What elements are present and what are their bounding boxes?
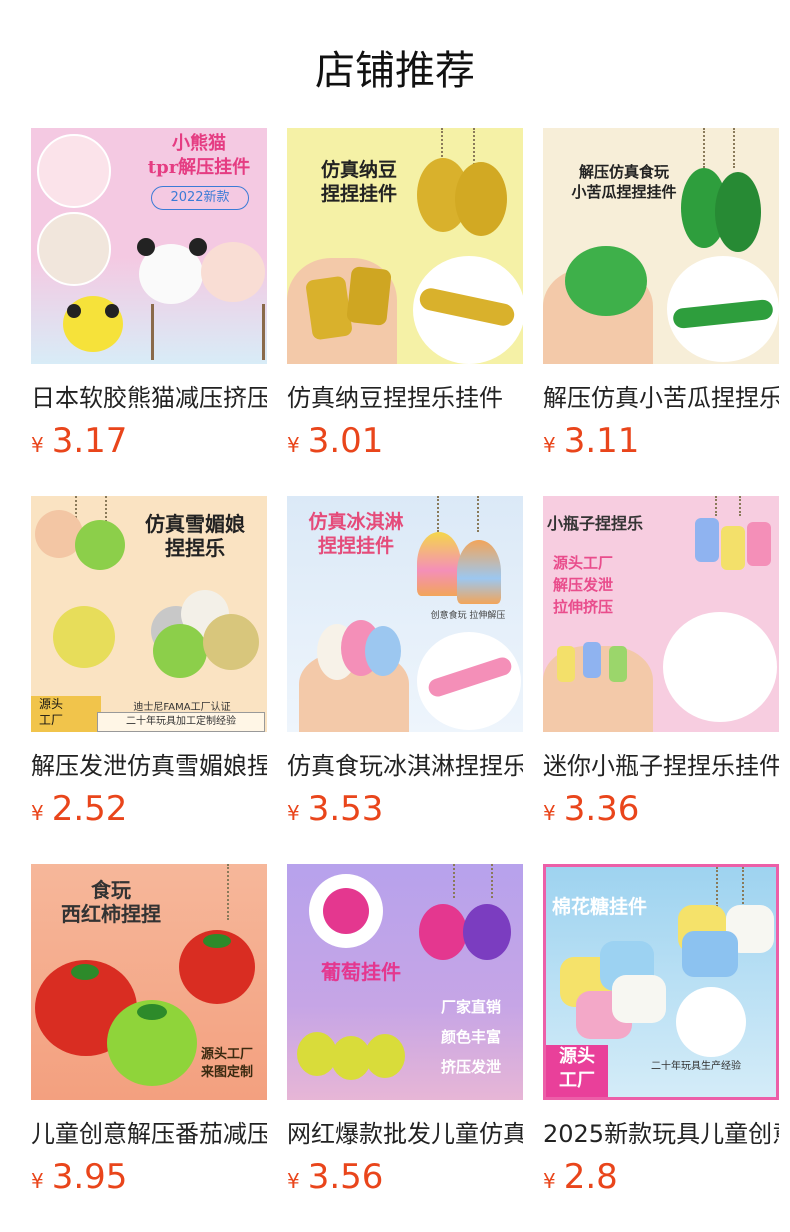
image-caption: 食玩 西红柿捏捏 [61, 878, 161, 926]
currency-symbol: ¥ [543, 1169, 556, 1193]
currency-symbol: ¥ [287, 801, 300, 825]
product-name[interactable]: 仿真食玩冰淇淋捏捏乐 [287, 746, 523, 781]
factory-tag: 源头 工厂 [546, 1045, 608, 1097]
currency-symbol: ¥ [31, 801, 44, 825]
product-name[interactable]: 网红爆款批发儿童仿真 [287, 1114, 523, 1149]
currency-symbol: ¥ [31, 433, 44, 457]
product-price: ¥3.17 [31, 421, 267, 461]
page-title: 店铺推荐 [315, 48, 475, 94]
price-value: 3.17 [51, 421, 128, 461]
product-image[interactable]: 小瓶子捏捏乐 源头工厂 解压发泄 拉伸挤压 [543, 496, 779, 732]
product-card[interactable]: 仿真雪媚娘 捏捏乐 源头 工厂 迪士尼FAMA工厂认证 二十年玩具加工定制经验 … [31, 496, 267, 864]
experience-text: 二十年玩具加工定制经验 [97, 712, 265, 732]
product-image[interactable]: 仿真冰淇淋 捏捏挂件 创意食玩 拉伸解压 [287, 496, 523, 732]
product-image[interactable]: 解压仿真食玩 小苦瓜捏捏挂件 [543, 128, 779, 364]
image-caption: 棉花糖挂件 [552, 896, 648, 918]
product-name[interactable]: 解压仿真小苦瓜捏捏乐 [543, 378, 779, 413]
image-caption: 解压仿真食玩 小苦瓜捏捏挂件 [571, 163, 677, 201]
product-name[interactable]: 仿真纳豆捏捏乐挂件 [287, 378, 523, 413]
price-value: 3.01 [307, 421, 384, 461]
product-price: ¥3.36 [543, 789, 779, 829]
certification-text: 迪士尼FAMA工厂认证 [133, 702, 231, 713]
image-caption: 仿真纳豆 捏捏挂件 [320, 159, 397, 205]
product-name[interactable]: 迷你小瓶子捏捏乐挂件 [543, 746, 779, 781]
product-card[interactable]: 葡萄挂件 厂家直销 颜色丰富 挤压发泄 网红爆款批发儿童仿真 ¥3.56 [287, 864, 523, 1232]
image-subtext: 厂家直销 颜色丰富 挤压发泄 [440, 998, 501, 1076]
product-price: ¥3.01 [287, 421, 523, 461]
price-value: 3.11 [563, 421, 640, 461]
image-caption: 仿真雪媚娘 捏捏乐 [145, 512, 245, 560]
price-value: 3.36 [563, 789, 640, 829]
product-card[interactable]: 小瓶子捏捏乐 源头工厂 解压发泄 拉伸挤压 迷你小瓶子捏捏乐挂件 ¥3.36 [543, 496, 779, 864]
image-caption: 小熊猫 tpr解压挂件 [147, 133, 251, 178]
image-caption: 葡萄挂件 [321, 960, 401, 984]
product-image[interactable]: 葡萄挂件 厂家直销 颜色丰富 挤压发泄 [287, 864, 523, 1100]
price-value: 3.53 [307, 789, 384, 829]
product-card[interactable]: 小熊猫 tpr解压挂件 2022新款 日本软胶熊猫减压挤压 ¥3.17 [31, 128, 267, 496]
product-card[interactable]: 解压仿真食玩 小苦瓜捏捏挂件 解压仿真小苦瓜捏捏乐 ¥3.11 [543, 128, 779, 496]
product-name[interactable]: 2025新款玩具儿童创意 [543, 1114, 779, 1149]
image-subtext: 源头工厂 来图定制 [200, 1047, 253, 1080]
price-value: 3.95 [51, 1157, 128, 1197]
product-price: ¥3.11 [543, 421, 779, 461]
product-price: ¥3.53 [287, 789, 523, 829]
product-name[interactable]: 日本软胶熊猫减压挤压 [31, 378, 267, 413]
product-price: ¥2.8 [543, 1157, 779, 1197]
product-price: ¥3.95 [31, 1157, 267, 1197]
experience-text: 二十年玩具生产经验 [651, 1061, 741, 1072]
product-price: ¥2.52 [31, 789, 267, 829]
product-card[interactable]: 仿真冰淇淋 捏捏挂件 创意食玩 拉伸解压 仿真食玩冰淇淋捏捏乐 ¥3.53 [287, 496, 523, 864]
product-card[interactable]: 仿真纳豆 捏捏挂件 仿真纳豆捏捏乐挂件 ¥3.01 [287, 128, 523, 496]
product-name[interactable]: 儿童创意解压番茄减压 [31, 1114, 267, 1149]
currency-symbol: ¥ [543, 433, 556, 457]
image-subtext: 源头工厂 解压发泄 拉伸挤压 [553, 554, 614, 616]
product-grid: 小熊猫 tpr解压挂件 2022新款 日本软胶熊猫减压挤压 ¥3.17 仿真纳豆… [31, 128, 779, 1232]
currency-symbol: ¥ [287, 1169, 300, 1193]
new-badge: 2022新款 [151, 186, 249, 210]
product-image[interactable]: 食玩 西红柿捏捏 源头工厂 来图定制 [31, 864, 267, 1100]
image-subtext: 创意食玩 拉伸解压 [430, 611, 506, 621]
product-image[interactable]: 棉花糖挂件 源头 工厂 二十年玩具生产经验 [543, 864, 779, 1100]
currency-symbol: ¥ [31, 1169, 44, 1193]
price-value: 2.52 [51, 789, 128, 829]
product-image[interactable]: 仿真纳豆 捏捏挂件 [287, 128, 523, 364]
product-image[interactable]: 仿真雪媚娘 捏捏乐 源头 工厂 迪士尼FAMA工厂认证 二十年玩具加工定制经验 [31, 496, 267, 732]
product-card[interactable]: 食玩 西红柿捏捏 源头工厂 来图定制 儿童创意解压番茄减压 ¥3.95 [31, 864, 267, 1232]
product-price: ¥3.56 [287, 1157, 523, 1197]
product-card[interactable]: 棉花糖挂件 源头 工厂 二十年玩具生产经验 2025新款玩具儿童创意 ¥2.8 [543, 864, 779, 1232]
currency-symbol: ¥ [543, 801, 556, 825]
price-value: 3.56 [307, 1157, 384, 1197]
price-value: 2.8 [563, 1157, 618, 1197]
image-caption: 仿真冰淇淋 捏捏挂件 [308, 511, 404, 557]
product-image[interactable]: 小熊猫 tpr解压挂件 2022新款 [31, 128, 267, 364]
image-caption: 小瓶子捏捏乐 [547, 514, 644, 533]
currency-symbol: ¥ [287, 433, 300, 457]
factory-tag: 源头 工厂 [31, 696, 101, 732]
product-name[interactable]: 解压发泄仿真雪媚娘捏 [31, 746, 267, 781]
